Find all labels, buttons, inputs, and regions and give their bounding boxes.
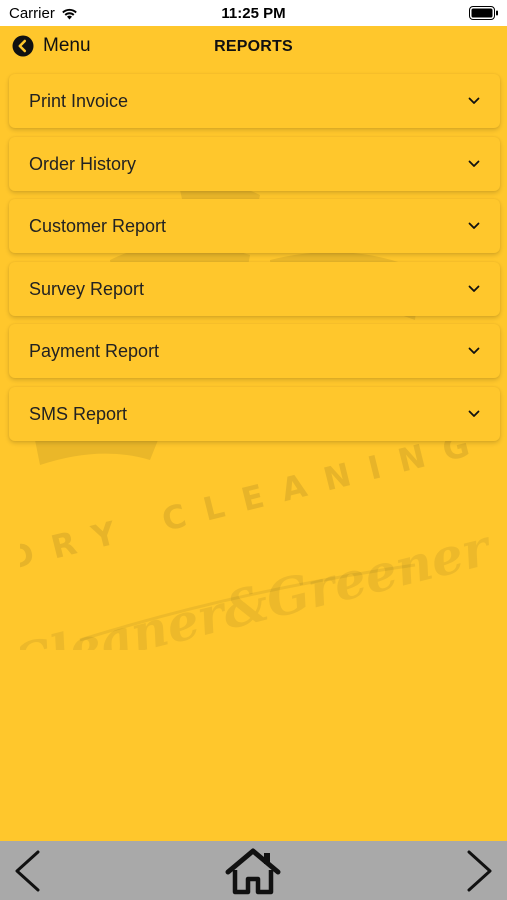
report-item-customer-report[interactable]: Customer Report [9,199,500,253]
home-icon[interactable] [224,847,282,895]
report-item-label: Survey Report [29,278,145,299]
report-item-payment-report[interactable]: Payment Report [9,324,500,378]
nav-bar: Menu REPORTS [0,26,507,68]
chevron-down-icon [468,222,480,229]
report-item-order-history[interactable]: Order History [9,136,500,191]
chevron-down-icon [468,285,480,292]
page-title: REPORTS [214,38,293,55]
report-item-print-invoice[interactable]: Print Invoice [9,74,500,128]
report-item-label: Print Invoice [29,91,129,111]
chevron-left-icon[interactable] [12,849,44,893]
report-item-label: Payment Report [29,341,160,361]
status-bar: Carrier 11:25 PM [0,0,507,26]
report-item-label: Order History [29,153,137,174]
watermark-slogan: Cleaner&Greener! [20,512,490,650]
chevron-down-icon [468,160,480,167]
chevron-down-icon [468,97,480,104]
report-item-survey-report[interactable]: Survey Report [9,261,500,316]
report-item-sms-report[interactable]: SMS Report [9,386,500,441]
report-item-label: Customer Report [29,216,167,236]
battery-icon [469,6,498,20]
report-item-label: SMS Report [29,403,128,424]
report-list: Print Invoice Order History Customer Rep… [9,74,500,449]
clock: 11:25 PM [221,5,286,22]
bottom-toolbar [0,841,507,900]
chevron-down-icon [468,410,480,417]
chevron-right-icon[interactable] [463,849,495,893]
chevron-down-icon [468,347,480,354]
